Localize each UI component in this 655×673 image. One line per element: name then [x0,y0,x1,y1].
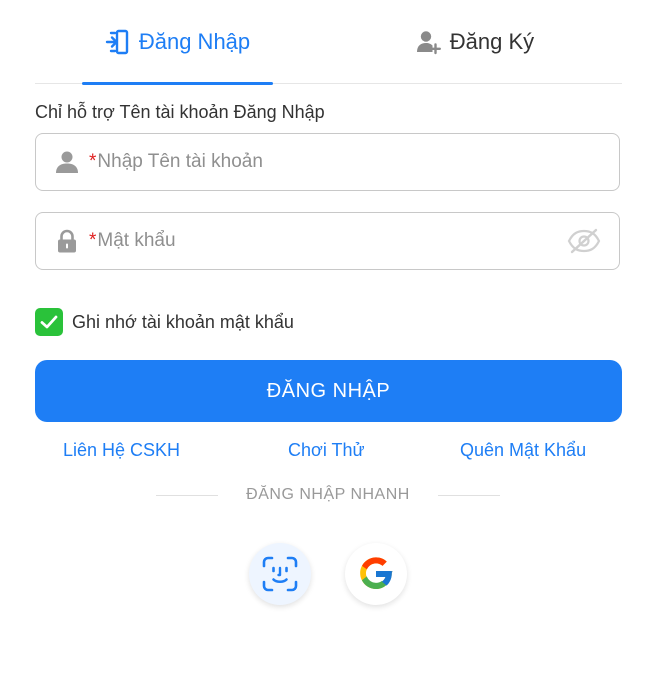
try-play-link[interactable]: Chơi Thử [288,440,365,461]
password-field[interactable]: * [35,212,620,270]
remember-label: Ghi nhớ tài khoản mật khẩu [72,311,294,332]
username-input[interactable] [97,151,619,173]
google-icon [360,557,393,589]
required-mark: * [89,230,97,251]
active-tab-indicator [82,82,273,85]
username-field[interactable]: * [35,133,620,191]
auth-tabs: Đăng Nhập Đăng Ký [35,0,622,85]
user-icon [55,150,79,174]
add-user-icon [416,29,442,55]
tab-login[interactable]: Đăng Nhập [82,0,273,83]
tab-login-label: Đăng Nhập [138,28,251,54]
face-id-button[interactable] [249,543,311,605]
remember-me[interactable]: Ghi nhớ tài khoản mật khẩu [35,308,294,336]
login-hint: Chỉ hỗ trợ Tên tài khoản Đăng Nhập [35,102,325,122]
google-login-button[interactable] [345,543,407,605]
divider-left [156,495,218,496]
eye-off-icon[interactable] [567,227,601,255]
tab-register-label: Đăng Ký [449,28,535,54]
face-id-icon [262,556,298,592]
login-icon [105,29,131,55]
support-link[interactable]: Liên Hệ CSKH [63,440,180,461]
password-input[interactable] [97,230,567,252]
forgot-password-link[interactable]: Quên Mật Khẩu [460,440,586,461]
tab-register[interactable]: Đăng Ký [365,0,585,83]
remember-checkbox[interactable] [35,308,63,336]
quick-login-label: ĐĂNG NHẬP NHANH [246,486,410,503]
login-button[interactable]: ĐĂNG NHẬP [35,360,622,422]
check-icon [40,315,58,329]
lock-icon [55,229,79,253]
required-mark: * [89,151,97,172]
divider-right [438,495,500,496]
